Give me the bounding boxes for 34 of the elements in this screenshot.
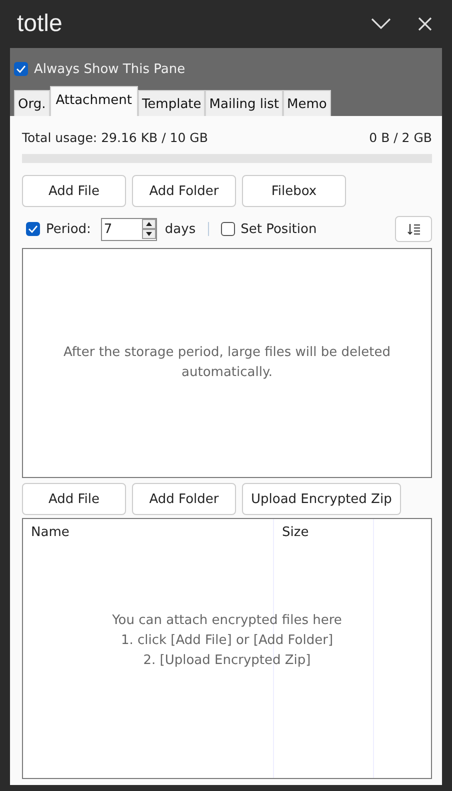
checkbox-label: Set Position <box>240 222 317 236</box>
column-header[interactable]: Size <box>274 519 373 546</box>
sort-button[interactable] <box>395 216 432 242</box>
action-button[interactable]: Filebox <box>242 175 346 207</box>
sort-icon <box>406 223 420 235</box>
tab[interactable]: Mailing list <box>205 90 284 116</box>
column-header[interactable]: Name <box>23 519 273 546</box>
action-button[interactable]: Upload Encrypted Zip <box>242 483 401 515</box>
usage-text: Total usage: 29.16 KB / 10 GB <box>22 130 208 145</box>
tab[interactable]: Memo <box>283 90 331 116</box>
spin-up-icon[interactable] <box>142 219 156 229</box>
checkbox[interactable] <box>26 222 40 236</box>
action-button[interactable]: Add Folder <box>132 483 236 515</box>
empty-hint: 2. [Upload Encrypted Zip] <box>143 652 311 670</box>
action-button[interactable]: Add File <box>22 175 126 207</box>
window-title: totle <box>16 10 62 38</box>
action-button[interactable]: Add Folder <box>132 175 236 207</box>
checkbox-label: Always Show This Pane <box>34 62 186 76</box>
chevron-down-icon <box>371 18 391 30</box>
period-label: Period: <box>46 222 91 236</box>
action-button[interactable]: Add File <box>22 483 126 515</box>
spin-down-icon[interactable] <box>142 229 156 239</box>
checkbox[interactable] <box>220 222 235 236</box>
tab[interactable]: Attachment <box>50 86 138 116</box>
unit-label: days <box>164 222 196 236</box>
close-icon <box>418 17 432 31</box>
tab[interactable]: Org. <box>14 90 50 116</box>
tab[interactable]: Template <box>138 90 206 116</box>
info-message: After the storage period, large files will be deleted automatically. <box>62 344 392 382</box>
period-spinner[interactable]: 7 <box>100 218 157 240</box>
checkbox[interactable] <box>14 62 28 76</box>
empty-hint: 1. click [Add File] or [Add Folder] <box>120 632 334 650</box>
quota-text: 0 B / 2 GB <box>369 130 432 145</box>
empty-hint: You can attach encrypted files here <box>112 612 342 630</box>
